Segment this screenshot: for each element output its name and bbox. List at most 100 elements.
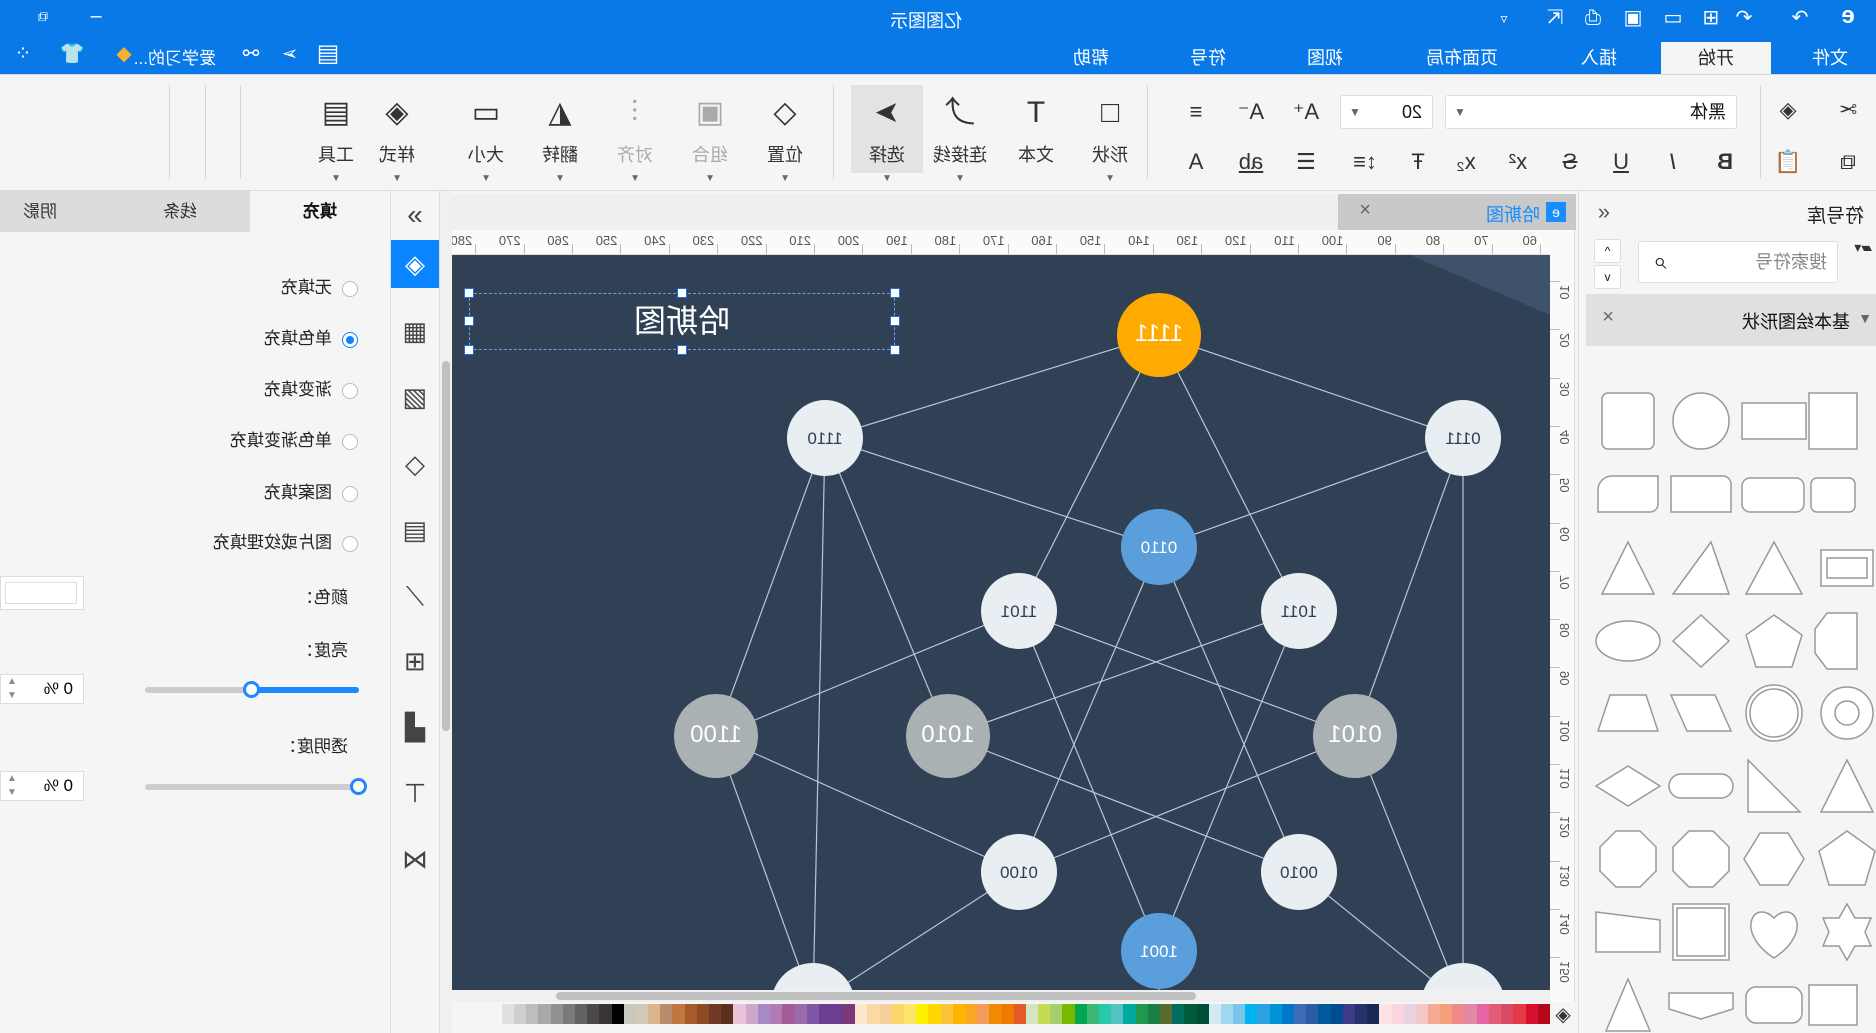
list-icon[interactable]: ☰ (1288, 149, 1324, 175)
palette-swatch[interactable] (1489, 1004, 1502, 1024)
paste-icon[interactable]: 📋 (1770, 149, 1806, 175)
library-shape[interactable] (1596, 694, 1660, 732)
underline-icon[interactable]: U (1603, 149, 1639, 175)
palette-swatch[interactable] (1074, 1004, 1087, 1024)
format-painter-icon[interactable]: ◈ (1770, 97, 1806, 123)
panel-scrollbar[interactable] (440, 191, 452, 1033)
resize-handle[interactable] (677, 345, 687, 355)
chart-icon[interactable]: ⟋ (391, 572, 439, 620)
library-shape[interactable] (1820, 686, 1874, 740)
library-menu-icon[interactable]: ▰▾ (1854, 239, 1872, 256)
palette-swatch[interactable] (1525, 1004, 1538, 1024)
shape-grid[interactable] (1586, 346, 1876, 1033)
brightness-input[interactable]: 0 % ▲ ▼ (0, 674, 84, 704)
tab-1[interactable]: 开始 (1661, 42, 1771, 74)
cut-icon[interactable]: ✂ (1830, 97, 1866, 123)
save-icon[interactable]: ▣ (1620, 7, 1646, 29)
print-icon[interactable]: ⎙ (1580, 7, 1606, 29)
minimize-icon[interactable]: – (83, 5, 109, 27)
text-button[interactable]: T 文本 (1000, 93, 1072, 167)
palette-swatch[interactable] (1147, 1004, 1160, 1024)
pointer-icon[interactable]: ➢ (277, 43, 303, 65)
library-shape[interactable] (1669, 694, 1733, 732)
palette-swatch[interactable] (1208, 1004, 1221, 1024)
brightness-slider[interactable] (145, 681, 359, 698)
palette-swatch[interactable] (904, 1004, 917, 1024)
bold-icon[interactable]: B (1707, 149, 1743, 175)
palette-swatch[interactable] (770, 1004, 783, 1024)
copy-icon[interactable]: ⧉ (1830, 149, 1866, 175)
palette-swatch[interactable] (806, 1004, 819, 1024)
spinner-icon[interactable]: ▲ ▼ (7, 675, 17, 703)
hasse-diagram[interactable]: 1111 1110 0111 0110 1101 1011 1100 1010 0101 0100… (452, 255, 1550, 990)
palette-swatch[interactable] (916, 1004, 929, 1024)
palette-swatch[interactable] (1342, 1004, 1355, 1024)
tab-4[interactable]: 视图 (1270, 42, 1380, 74)
diagram-node[interactable]: 1100 (674, 694, 758, 778)
vip-diamond-icon[interactable]: ◆ (111, 43, 137, 65)
library-shape[interactable] (1668, 773, 1734, 799)
resize-handle[interactable] (464, 345, 474, 355)
palette-swatch[interactable] (1172, 1004, 1185, 1024)
radio-button[interactable] (342, 433, 358, 450)
palette-swatch[interactable] (721, 1004, 734, 1024)
image-icon[interactable]: ▨ (391, 373, 439, 421)
align-text-icon[interactable]: ≡ (1178, 99, 1214, 125)
palette-swatch[interactable] (1355, 1004, 1368, 1024)
radio-button[interactable] (342, 331, 358, 348)
palette-swatch[interactable] (1281, 1004, 1295, 1024)
user-name[interactable]: 爱学习的... (134, 44, 216, 69)
library-shape[interactable] (1819, 758, 1875, 813)
radio-button[interactable] (342, 535, 358, 552)
library-shape[interactable] (1672, 392, 1730, 450)
customize-icon[interactable]: ▿ (1491, 8, 1517, 28)
library-shape[interactable] (1741, 477, 1805, 513)
transparency-input[interactable]: 0 % ▲ ▼ (0, 771, 84, 801)
palette-swatch[interactable] (1403, 1004, 1416, 1024)
library-shape[interactable] (1745, 684, 1803, 742)
library-shape[interactable] (1604, 977, 1652, 1032)
library-shape[interactable] (1672, 903, 1730, 961)
tab-3[interactable]: 页面布局 (1407, 42, 1517, 74)
library-shape[interactable] (1750, 911, 1798, 959)
library-shape[interactable] (1600, 540, 1656, 595)
apps-icon[interactable]: ⁘ (10, 43, 36, 65)
tab-5[interactable]: 符号 (1153, 42, 1263, 74)
palette-swatch[interactable] (782, 1004, 795, 1024)
library-shape[interactable] (1671, 540, 1731, 595)
palette-swatch[interactable] (891, 1004, 905, 1024)
palette-swatch[interactable] (843, 1004, 856, 1024)
palette-swatch[interactable] (1184, 1004, 1197, 1024)
palette-swatch[interactable] (526, 1004, 539, 1024)
undo-icon[interactable]: ↶ (1731, 7, 1757, 29)
text-case-icon[interactable]: Ŧ (1400, 149, 1436, 175)
palette-swatch[interactable] (965, 1004, 978, 1024)
palette-swatch[interactable] (1086, 1004, 1100, 1024)
diagram-node[interactable]: 1110 (787, 400, 863, 476)
palette-swatch[interactable] (1099, 1004, 1112, 1024)
palette-swatch[interactable] (1062, 1004, 1075, 1024)
scroll-down-button[interactable]: v (1594, 265, 1621, 289)
grid-icon[interactable]: ▦ (391, 307, 439, 355)
export-icon[interactable]: ⇱ (1542, 7, 1568, 29)
palette-swatch[interactable] (1476, 1004, 1490, 1024)
palette-swatch[interactable] (550, 1004, 563, 1024)
palette-swatch[interactable] (1111, 1004, 1124, 1024)
library-shape[interactable] (1672, 830, 1730, 888)
shrink-font-icon[interactable]: A⁻ (1233, 99, 1269, 125)
fill-option[interactable]: 图片或纹理填充 (213, 531, 358, 555)
library-shape[interactable] (1821, 902, 1873, 962)
spinner-icon[interactable]: ▲ ▼ (7, 772, 17, 800)
palette-swatch[interactable] (1513, 1004, 1526, 1024)
palette-swatch[interactable] (1269, 1004, 1282, 1024)
palette-swatch[interactable] (1330, 1004, 1343, 1024)
palette-swatch[interactable] (1025, 1004, 1039, 1024)
library-shape[interactable] (1818, 830, 1876, 886)
palette-swatch[interactable] (648, 1004, 661, 1024)
palette-swatch[interactable] (977, 1004, 990, 1024)
property-tab-0[interactable]: 填充 (250, 191, 390, 232)
subscript-icon[interactable]: x₂ (1448, 149, 1484, 175)
palette-swatch[interactable] (1391, 1004, 1404, 1024)
library-shape[interactable] (1671, 613, 1731, 669)
redo-icon[interactable]: ↷ (1787, 7, 1813, 29)
